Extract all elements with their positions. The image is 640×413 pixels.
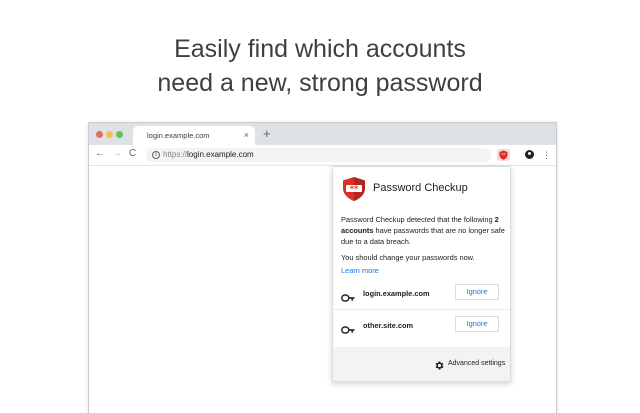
maximize-window-button[interactable] <box>116 131 123 138</box>
reload-button[interactable]: C <box>129 147 136 161</box>
address-bar[interactable]: i https://login.example.com <box>146 148 491 162</box>
ignore-button[interactable]: Ignore <box>455 284 499 300</box>
account-row: other.site.com Ignore <box>333 309 510 341</box>
menu-icon[interactable]: ⋮ <box>542 148 551 162</box>
ignore-button[interactable]: Ignore <box>455 316 499 332</box>
learn-more-link[interactable]: Learn more <box>341 266 379 275</box>
tab-title: login.example.com <box>147 131 210 140</box>
svg-text:**: ** <box>502 152 506 157</box>
back-button[interactable]: ← <box>95 147 105 161</box>
url-protocol: https:// <box>163 150 188 159</box>
minimize-window-button[interactable] <box>106 131 113 138</box>
headline: Easily find which accounts need a new, s… <box>0 32 640 100</box>
url-text: https://login.example.com <box>163 150 254 159</box>
headline-line-2: need a new, strong password <box>157 69 483 97</box>
tab-close-icon[interactable]: × <box>244 129 249 141</box>
shield-icon: ** <box>499 150 508 160</box>
forward-button[interactable]: → <box>112 147 122 161</box>
close-window-button[interactable] <box>96 131 103 138</box>
account-name: login.example.com <box>363 289 430 298</box>
password-checkup-logo-icon: ** <box>342 176 366 207</box>
gear-icon[interactable] <box>434 358 445 376</box>
password-checkup-popup: ** Password Checkup Password Checkup det… <box>332 166 511 382</box>
popup-title: Password Checkup <box>373 182 468 194</box>
breach-description-start: Password Checkup detected that the follo… <box>341 215 495 224</box>
svg-text:**: ** <box>350 185 359 194</box>
key-icon <box>341 289 355 307</box>
advanced-settings-link[interactable]: Advanced settings <box>448 360 505 367</box>
url-host: login.example.com <box>187 150 254 159</box>
popup-footer: Advanced settings <box>333 347 510 381</box>
advice-text: You should change your passwords now. <box>341 253 475 262</box>
browser-toolbar: ← → C i https://login.example.com ** ⋮ <box>89 145 556 166</box>
breach-description: Password Checkup detected that the follo… <box>341 214 505 247</box>
profile-icon[interactable] <box>525 150 534 159</box>
password-checkup-extension-icon[interactable]: ** <box>497 149 510 161</box>
key-icon <box>341 321 355 339</box>
info-icon[interactable]: i <box>152 151 160 159</box>
tab-strip: login.example.com × + <box>89 123 556 145</box>
browser-tab[interactable]: login.example.com × <box>133 126 255 145</box>
account-name: other.site.com <box>363 321 414 330</box>
account-row: login.example.com Ignore <box>333 277 510 310</box>
headline-line-1: Easily find which accounts <box>174 35 466 63</box>
new-tab-button[interactable]: + <box>263 126 271 142</box>
